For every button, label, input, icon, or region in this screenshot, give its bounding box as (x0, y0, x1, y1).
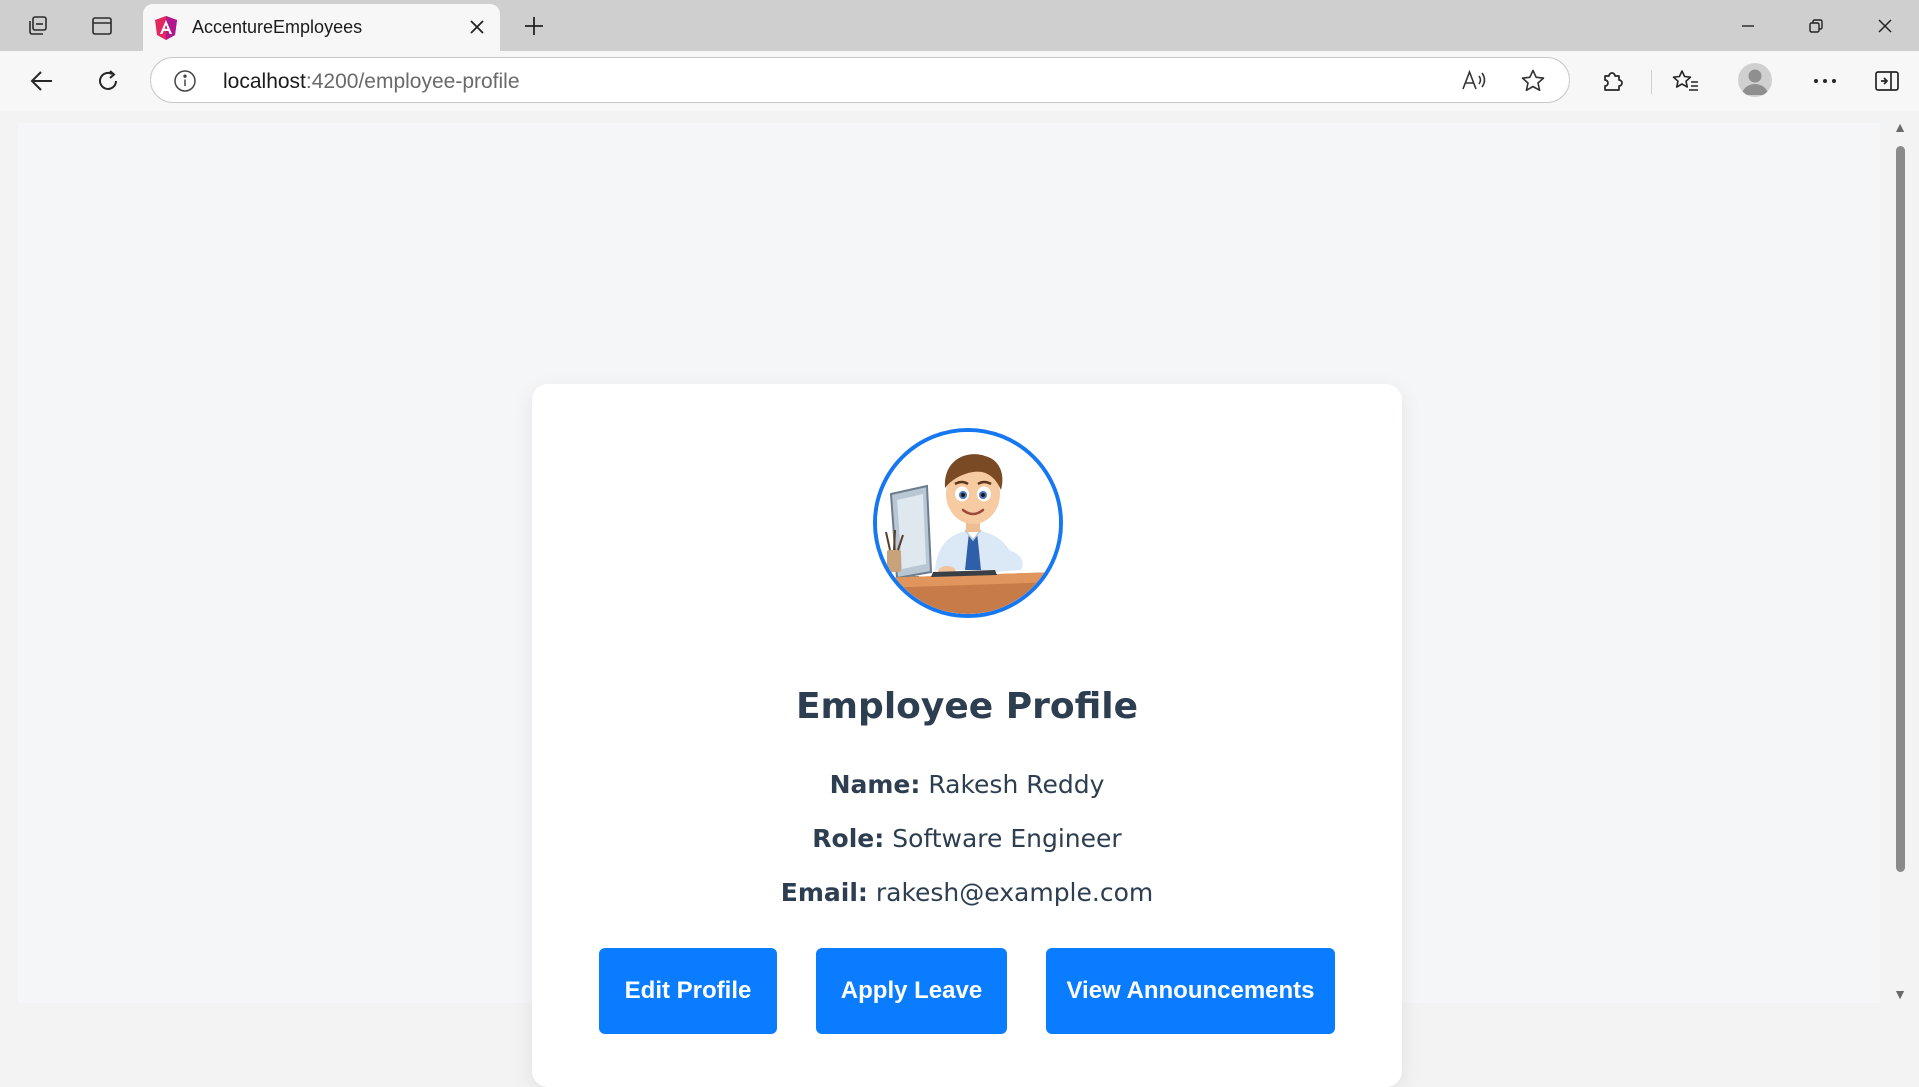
favorites-icon[interactable] (1668, 63, 1704, 99)
tab-actions-icon[interactable] (84, 8, 120, 44)
view-announcements-button[interactable]: View Announcements (1046, 948, 1335, 1034)
page-title: Employee Profile (795, 686, 1139, 727)
active-tab[interactable]: AccentureEmployees (143, 4, 500, 51)
star-icon[interactable] (1518, 66, 1548, 96)
read-aloud-icon[interactable] (1459, 66, 1489, 96)
email-value: rakesh@example.com (875, 878, 1154, 907)
address-bar[interactable]: localhost:4200/employee-profile (150, 57, 1570, 103)
scrollbar-thumb[interactable] (1896, 146, 1905, 872)
name-label: Name: (829, 770, 921, 799)
scroll-up-arrow-icon[interactable]: ▲ (1893, 119, 1907, 135)
name-value: Rakesh Reddy (928, 770, 1105, 799)
angular-icon (153, 15, 179, 41)
browser-toolbar: localhost:4200/employee-profile (0, 51, 1919, 111)
browser-tab-strip: AccentureEmployees (0, 0, 1919, 51)
workspaces-icon[interactable] (20, 8, 56, 44)
more-icon[interactable] (1807, 63, 1843, 99)
role-value: Software Engineer (892, 824, 1122, 853)
scroll-down-arrow-icon[interactable]: ▼ (1893, 986, 1907, 1002)
avatar (873, 428, 1063, 618)
page-scrollbar[interactable]: ▲ ▼ (1888, 118, 1912, 1003)
profile-card: Employee Profile Name: Rakesh Reddy Role… (532, 384, 1402, 1087)
close-icon[interactable] (462, 12, 492, 42)
profile-avatar-icon[interactable] (1738, 63, 1772, 97)
tab-title: AccentureEmployees (192, 17, 363, 37)
puzzle-icon[interactable] (1595, 63, 1631, 99)
role-row: Role: Software Engineer (532, 824, 1402, 853)
page-viewport: Employee Profile Name: Rakesh Reddy Role… (18, 123, 1880, 1087)
url-path: :4200/employee-profile (305, 70, 520, 93)
name-row: Name: Rakesh Reddy (532, 770, 1402, 799)
url-host: localhost (223, 70, 306, 93)
email-label: Email: (780, 878, 868, 907)
apply-leave-button[interactable]: Apply Leave (816, 948, 1007, 1034)
plus-icon[interactable] (516, 8, 552, 44)
role-label: Role: (812, 824, 885, 853)
edit-profile-button[interactable]: Edit Profile (599, 948, 777, 1034)
email-row: Email: rakesh@example.com (532, 878, 1402, 907)
close-window-icon[interactable] (1851, 0, 1919, 51)
employee-cartoon-avatar (877, 432, 1059, 614)
toolbar-divider (1651, 70, 1652, 94)
url-text[interactable]: localhost:4200/employee-profile (223, 70, 520, 94)
restore-icon[interactable] (1782, 0, 1850, 51)
refresh-icon[interactable] (90, 63, 126, 99)
back-arrow-icon[interactable] (24, 63, 60, 99)
sidebar-icon[interactable] (1869, 63, 1905, 99)
info-icon[interactable] (173, 69, 197, 93)
minimize-icon[interactable] (1714, 0, 1782, 51)
